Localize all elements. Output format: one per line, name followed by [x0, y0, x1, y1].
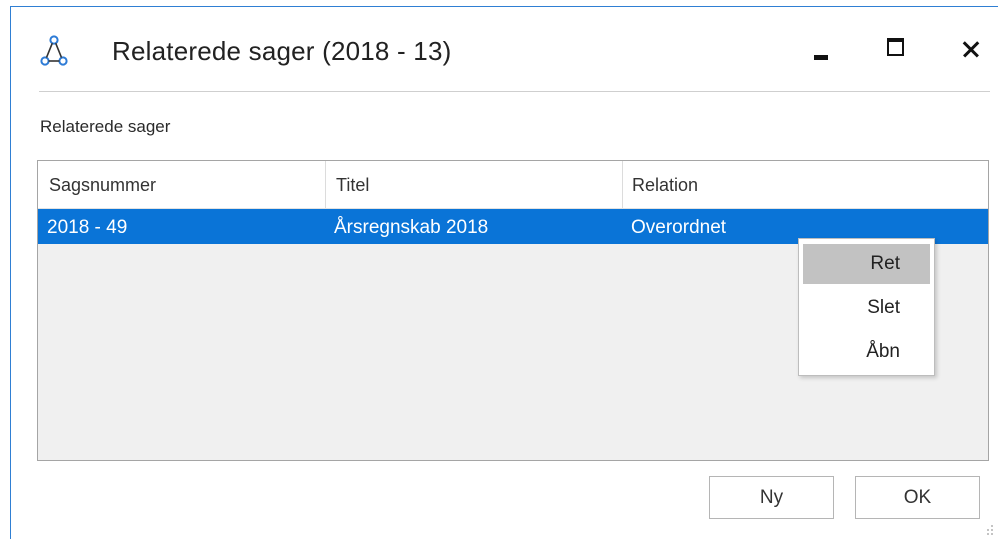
menu-item-ret[interactable]: Ret	[803, 244, 930, 284]
resize-grip-icon[interactable]	[984, 522, 994, 535]
menu-item-label: Ret	[870, 253, 900, 274]
cell-relation: Overordnet	[631, 217, 727, 238]
maximize-icon[interactable]	[878, 32, 914, 68]
menu-item-label: Åbn	[866, 341, 900, 362]
ok-button[interactable]: OK	[855, 476, 980, 519]
related-cases-icon	[39, 34, 69, 68]
menu-item-slet[interactable]: Slet	[803, 288, 930, 328]
menu-item-aabn[interactable]: Åbn	[803, 332, 930, 372]
title-divider	[39, 91, 990, 92]
cell-titel: Årsregnskab 2018	[334, 217, 489, 238]
column-header-relation[interactable]: Relation	[632, 175, 698, 196]
column-separator[interactable]	[325, 161, 326, 208]
section-label: Relaterede sager	[40, 117, 171, 136]
column-header-titel[interactable]: Titel	[336, 175, 369, 196]
window-title: Relaterede sager (2018 - 13)	[112, 36, 452, 66]
column-separator[interactable]	[622, 161, 623, 208]
grid-header: Sagsnummer Titel Relation	[38, 161, 988, 209]
menu-item-label: Slet	[867, 297, 900, 318]
context-menu: Ret Slet Åbn	[798, 238, 935, 376]
new-button[interactable]: Ny	[709, 476, 834, 519]
cell-sagsnummer: 2018 - 49	[47, 217, 128, 238]
column-header-sagsnummer[interactable]: Sagsnummer	[49, 175, 156, 196]
close-icon[interactable]	[955, 32, 991, 68]
minimize-icon[interactable]	[804, 32, 840, 68]
